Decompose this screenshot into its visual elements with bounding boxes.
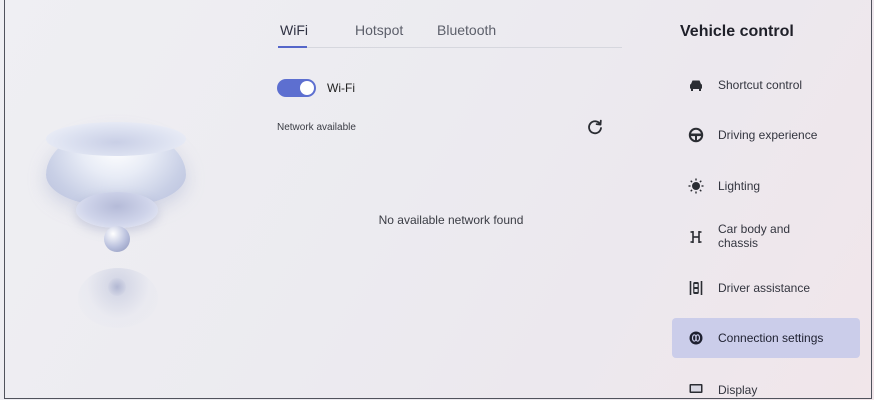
menu-item-label: Shortcut control xyxy=(718,78,803,92)
menu-scroll-clip: Display xyxy=(672,374,860,399)
refresh-icon[interactable] xyxy=(586,118,604,136)
wifi-toggle-label: Wi-Fi xyxy=(327,81,355,95)
steering-wheel-icon xyxy=(688,127,704,143)
no-network-message: No available network found xyxy=(378,213,524,227)
wifi-toggle[interactable] xyxy=(277,79,316,97)
ring-shape xyxy=(76,192,158,228)
menu-item-label: Connection settings xyxy=(718,331,824,345)
connection-tabs: WiFi Hotspot Bluetooth xyxy=(278,22,622,48)
menu-item-shortcut-control[interactable]: Shortcut control xyxy=(672,65,860,105)
menu-item-label: Lighting xyxy=(718,179,761,193)
driver-assist-icon xyxy=(688,280,704,296)
tab-hotspot[interactable]: Hotspot xyxy=(355,22,403,38)
dome-top-shape xyxy=(46,122,186,156)
menu-item-lighting[interactable]: Lighting xyxy=(672,166,860,206)
menu-item-label: Driving experience xyxy=(718,128,818,142)
menu-item-display[interactable]: Display xyxy=(672,374,860,399)
connection-icon xyxy=(688,330,704,346)
menu-item-car-body-chassis[interactable]: Car body and chassis xyxy=(672,216,860,256)
reflection-shape xyxy=(78,268,158,328)
menu-item-label: Driver assistance xyxy=(718,281,811,295)
reflection-ball-shape xyxy=(108,278,126,296)
menu-item-label: Car body and chassis xyxy=(718,222,791,250)
active-tab-indicator xyxy=(278,46,307,48)
car-icon xyxy=(688,77,704,93)
tab-wifi[interactable]: WiFi xyxy=(280,22,308,38)
connection-illustration xyxy=(38,110,198,340)
chassis-icon xyxy=(688,229,704,245)
menu-item-label: Display xyxy=(718,383,758,397)
menu-item-driver-assistance[interactable]: Driver assistance xyxy=(672,268,860,308)
bulb-icon xyxy=(688,178,704,194)
network-available-label: Network available xyxy=(277,122,356,133)
ball-shape xyxy=(104,226,130,252)
tab-bluetooth[interactable]: Bluetooth xyxy=(437,22,496,38)
menu-item-driving-experience[interactable]: Driving experience xyxy=(672,115,860,155)
toggle-knob xyxy=(300,81,314,95)
menu-title: Vehicle control xyxy=(680,23,794,40)
display-icon xyxy=(688,382,704,398)
menu-item-connection-settings[interactable]: Connection settings xyxy=(672,318,860,358)
